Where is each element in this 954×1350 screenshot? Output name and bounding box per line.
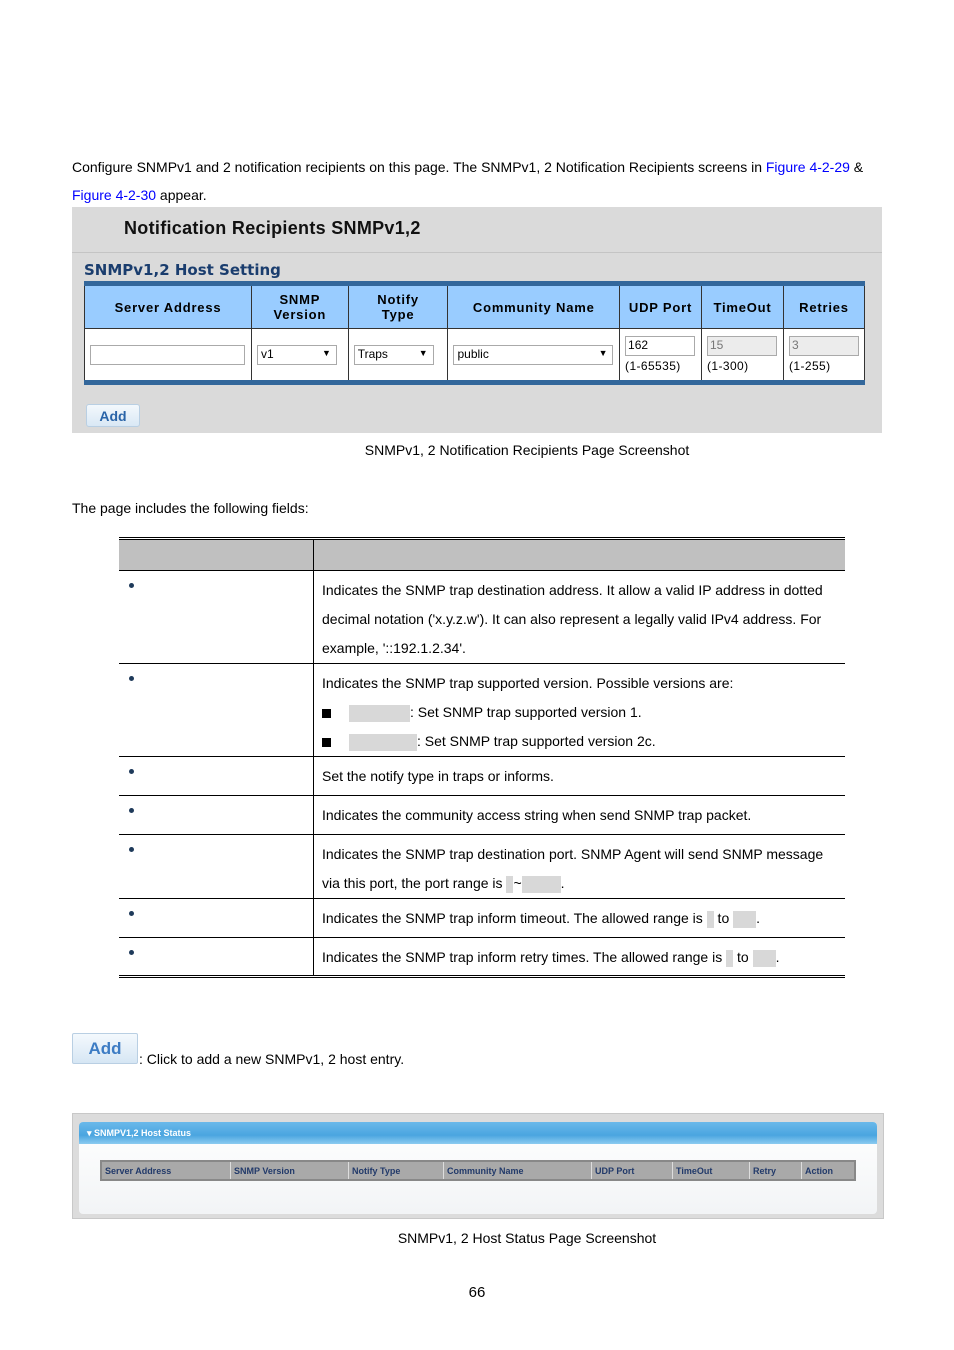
notify-type-select[interactable]: Traps ▼ — [353, 344, 434, 365]
option-2-text: : Set SNMP trap supported version 2c. — [417, 733, 656, 749]
snmp-version-select[interactable]: v1 ▼ — [256, 344, 337, 365]
retries-input[interactable]: 3 — [789, 336, 859, 356]
col-server-address: Server Address — [84, 283, 252, 329]
intro-paragraph: Configure SNMPv1 and 2 notification reci… — [72, 153, 892, 209]
host-setting-table: Server Address SNMP Version Notify Type … — [84, 281, 865, 385]
col-community-name: Community Name — [447, 283, 621, 329]
period: . — [775, 949, 780, 965]
redacted-text — [733, 910, 757, 928]
notify-type-value: Traps — [357, 346, 388, 361]
dropdown-arrow-icon: ▼ — [418, 347, 428, 358]
add-button-illustration: Add — [72, 1033, 138, 1064]
timeout-range: (1-300) — [707, 359, 749, 373]
fields-table: Indicates the SNMP trap destination addr… — [119, 537, 845, 978]
host-status-screenshot: ▾ SNMPV1,2 Host Status Server Address SN… — [72, 1113, 884, 1219]
community-name-select[interactable]: public ▼ — [453, 344, 614, 365]
header-description — [313, 537, 845, 571]
fields-intro: The page includes the following fields: — [72, 500, 309, 516]
field-desc-udp-port: Indicates the SNMP trap destination port… — [313, 834, 845, 899]
range-separator: ~ — [513, 875, 522, 891]
retries-range: (1-255) — [789, 359, 831, 373]
redacted-text — [349, 733, 417, 751]
bullet-icon — [129, 950, 134, 955]
screenshot-title: Notification Recipients SNMPv1,2 — [124, 218, 421, 238]
bullet-icon — [129, 808, 134, 813]
status-col-action: Action — [801, 1161, 856, 1180]
bullet-icon — [129, 769, 134, 774]
udp-port-input[interactable]: 162 — [625, 336, 696, 356]
version-option-2: : Set SNMP trap supported version 2c. — [322, 727, 837, 756]
bullet-icon — [129, 911, 134, 916]
host-status-title: SNMPV1,2 Host Status — [94, 1128, 192, 1138]
option-1-text: : Set SNMP trap supported version 1. — [410, 704, 642, 720]
snmp-version-value: v1 — [260, 346, 274, 361]
intro-text: Configure SNMPv1 and 2 notification reci… — [72, 159, 766, 175]
intro-text-end: appear. — [156, 187, 207, 203]
status-col-community-name: Community Name — [443, 1161, 592, 1180]
redacted-text — [752, 949, 776, 967]
dropdown-arrow-icon: ▼ — [598, 347, 608, 358]
col-snmp-version: SNMP Version — [250, 283, 349, 329]
figure-link-2[interactable]: Figure 4-2-30 — [72, 187, 156, 203]
square-bullet-icon — [322, 708, 331, 718]
col-timeout: TimeOut — [701, 283, 784, 329]
intro-amp: & — [849, 159, 864, 175]
status-col-snmp-version: SNMP Version — [230, 1161, 349, 1180]
status-col-timeout: TimeOut — [672, 1161, 750, 1180]
notification-recipients-screenshot: Notification Recipients SNMPv1,2 SNMPv1,… — [72, 207, 882, 433]
udp-port-range: (1-65535) — [625, 359, 681, 373]
field-desc-community: Indicates the community access string wh… — [313, 795, 845, 835]
period: . — [560, 875, 565, 891]
divider — [72, 252, 882, 253]
bullet-icon — [129, 847, 134, 852]
field-desc-retries: Indicates the SNMP trap inform retry tim… — [313, 937, 845, 977]
col-udp-port: UDP Port — [619, 283, 702, 329]
page-number: 66 — [468, 1284, 486, 1301]
field-desc-notify-type: Set the notify type in traps or informs. — [313, 756, 845, 796]
field-desc-server-address: Indicates the SNMP trap destination addr… — [313, 570, 845, 664]
bullet-icon — [129, 676, 134, 681]
status-col-server-address: Server Address — [101, 1161, 231, 1180]
udp-desc-text: Indicates the SNMP trap destination port… — [322, 846, 824, 891]
server-address-input[interactable] — [90, 344, 245, 365]
host-status-panel: ▾ SNMPV1,2 Host Status Server Address SN… — [79, 1122, 877, 1214]
host-status-table: Server Address SNMP Version Notify Type … — [100, 1160, 856, 1181]
status-col-retry: Retry — [749, 1161, 802, 1180]
add-button[interactable]: Add — [86, 404, 140, 427]
col-retries: Retries — [783, 283, 865, 329]
document-page: Configure SNMPv1 and 2 notification reci… — [0, 0, 954, 1350]
dropdown-arrow-icon: ▼ — [322, 347, 331, 358]
figure-link-1[interactable]: Figure 4-2-29 — [766, 159, 850, 175]
snmp-version-desc: Indicates the SNMP trap supported versio… — [322, 675, 734, 691]
figure-caption-1: SNMPv1, 2 Notification Recipients Page S… — [364, 442, 690, 458]
header-object — [119, 537, 314, 571]
square-bullet-icon — [322, 737, 331, 747]
retries-desc-text: Indicates the SNMP trap inform retry tim… — [322, 949, 727, 965]
redacted-text — [706, 910, 714, 928]
add-note-text: : Click to add a new SNMPv1, 2 host entr… — [139, 1051, 405, 1067]
field-desc-timeout: Indicates the SNMP trap inform timeout. … — [313, 898, 845, 938]
to-text: to — [713, 910, 734, 926]
figure-caption-2: SNMPv1, 2 Host Status Page Screenshot — [397, 1230, 657, 1246]
status-col-notify-type: Notify Type — [348, 1161, 444, 1180]
to-text: to — [733, 949, 753, 965]
bullet-icon — [129, 583, 134, 588]
field-desc-snmp-version: Indicates the SNMP trap supported versio… — [313, 663, 845, 757]
collapse-arrow-icon: ▾ — [87, 1128, 95, 1138]
period: . — [756, 910, 761, 926]
host-setting-subtitle: SNMPv1,2 Host Setting — [84, 261, 281, 279]
community-name-value: public — [457, 346, 489, 361]
status-col-udp-port: UDP Port — [591, 1161, 673, 1180]
col-notify-type: Notify Type — [347, 283, 449, 329]
host-status-bar[interactable]: ▾ SNMPV1,2 Host Status — [79, 1122, 877, 1144]
redacted-text — [521, 875, 561, 893]
redacted-text — [349, 704, 410, 722]
timeout-input[interactable]: 15 — [707, 336, 777, 356]
version-option-1: : Set SNMP trap supported version 1. — [322, 698, 837, 727]
timeout-desc-text: Indicates the SNMP trap inform timeout. … — [322, 910, 707, 926]
